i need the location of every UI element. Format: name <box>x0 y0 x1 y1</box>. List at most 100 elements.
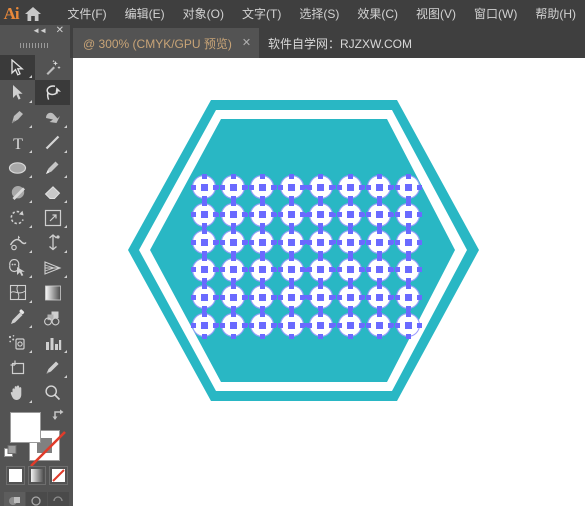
document-tab-watermark[interactable]: 软件自学网：RJZXW.COM <box>258 28 420 58</box>
anchor-point[interactable] <box>270 239 276 245</box>
direct-selection-tool[interactable] <box>0 80 35 105</box>
anchor-point[interactable] <box>289 223 295 229</box>
anchor-point[interactable] <box>201 256 207 262</box>
anchor-point[interactable] <box>289 278 295 284</box>
anchor-point[interactable] <box>358 294 364 300</box>
anchor-point[interactable] <box>365 294 371 300</box>
center-anchor-point[interactable] <box>200 293 208 301</box>
type-tool[interactable]: T <box>0 130 35 155</box>
anchor-point[interactable] <box>300 239 306 245</box>
anchor-point[interactable] <box>241 184 247 190</box>
anchor-point[interactable] <box>230 333 236 339</box>
anchor-point[interactable] <box>212 322 218 328</box>
center-anchor-point[interactable] <box>346 183 354 191</box>
menu-window[interactable]: 窗口(W) <box>465 0 526 28</box>
anchor-point[interactable] <box>405 201 411 207</box>
center-anchor-point[interactable] <box>288 321 296 329</box>
anchor-point[interactable] <box>347 305 353 311</box>
anchor-point[interactable] <box>318 250 324 256</box>
anchor-point[interactable] <box>318 228 324 234</box>
anchor-point[interactable] <box>376 305 382 311</box>
anchor-point[interactable] <box>270 184 276 190</box>
menu-edit[interactable]: 编辑(E) <box>116 0 174 28</box>
anchor-point[interactable] <box>201 201 207 207</box>
menu-view[interactable]: 视图(V) <box>407 0 465 28</box>
shape-builder-tool[interactable] <box>0 255 35 280</box>
anchor-point[interactable] <box>387 267 393 273</box>
line-segment-tool[interactable] <box>35 130 70 155</box>
anchor-point[interactable] <box>329 267 335 273</box>
center-anchor-point[interactable] <box>404 183 412 191</box>
anchor-point[interactable] <box>405 278 411 284</box>
anchor-point[interactable] <box>336 239 342 245</box>
gradient-tool[interactable] <box>35 280 70 305</box>
anchor-point[interactable] <box>405 195 411 201</box>
anchor-point[interactable] <box>358 184 364 190</box>
menu-file[interactable]: 文件(F) <box>58 0 115 28</box>
anchor-point[interactable] <box>278 184 284 190</box>
anchor-point[interactable] <box>289 283 295 289</box>
anchor-point[interactable] <box>289 311 295 317</box>
anchor-point[interactable] <box>212 294 218 300</box>
anchor-point[interactable] <box>230 305 236 311</box>
draw-behind-button[interactable] <box>26 492 47 506</box>
anchor-point[interactable] <box>219 184 225 190</box>
anchor-point[interactable] <box>201 333 207 339</box>
draw-normal-button[interactable] <box>4 492 25 506</box>
anchor-point[interactable] <box>416 322 422 328</box>
anchor-point[interactable] <box>259 223 265 229</box>
center-anchor-point[interactable] <box>288 238 296 246</box>
anchor-point[interactable] <box>376 173 382 179</box>
anchor-point[interactable] <box>289 305 295 311</box>
drag-grip-handle[interactable] <box>0 39 70 51</box>
anchor-point[interactable] <box>190 184 196 190</box>
anchor-point[interactable] <box>230 228 236 234</box>
eyedropper-tool[interactable] <box>0 305 35 330</box>
slice-tool[interactable] <box>35 355 70 380</box>
anchor-point[interactable] <box>248 184 254 190</box>
anchor-point[interactable] <box>336 322 342 328</box>
paintbrush-tool[interactable] <box>35 155 70 180</box>
gradient-mode-button[interactable] <box>27 466 47 485</box>
anchor-point[interactable] <box>347 228 353 234</box>
anchor-point[interactable] <box>336 267 342 273</box>
menu-select[interactable]: 选择(S) <box>290 0 348 28</box>
anchor-point[interactable] <box>405 283 411 289</box>
anchor-point[interactable] <box>219 212 225 218</box>
center-anchor-point[interactable] <box>375 183 383 191</box>
anchor-point[interactable] <box>201 305 207 311</box>
center-anchor-point[interactable] <box>258 266 266 274</box>
anchor-point[interactable] <box>347 333 353 339</box>
color-mode-button[interactable] <box>6 466 25 485</box>
default-fill-stroke-icon[interactable] <box>4 445 17 458</box>
none-mode-button[interactable] <box>49 466 69 485</box>
center-anchor-point[interactable] <box>200 211 208 219</box>
anchor-point[interactable] <box>259 333 265 339</box>
selection-tool[interactable] <box>0 55 35 80</box>
anchor-point[interactable] <box>248 239 254 245</box>
center-anchor-point[interactable] <box>200 183 208 191</box>
anchor-point[interactable] <box>201 223 207 229</box>
anchor-point[interactable] <box>259 278 265 284</box>
center-anchor-point[interactable] <box>258 321 266 329</box>
anchor-point[interactable] <box>387 212 393 218</box>
symbol-sprayer-tool[interactable] <box>0 330 35 355</box>
center-anchor-point[interactable] <box>229 183 237 191</box>
anchor-point[interactable] <box>190 239 196 245</box>
anchor-point[interactable] <box>259 228 265 234</box>
anchor-point[interactable] <box>376 278 382 284</box>
menu-type[interactable]: 文字(T) <box>233 0 290 28</box>
anchor-point[interactable] <box>307 267 313 273</box>
anchor-point[interactable] <box>318 173 324 179</box>
anchor-point[interactable] <box>394 184 400 190</box>
anchor-point[interactable] <box>336 184 342 190</box>
anchor-point[interactable] <box>201 283 207 289</box>
anchor-point[interactable] <box>300 267 306 273</box>
anchor-point[interactable] <box>230 223 236 229</box>
anchor-point[interactable] <box>241 239 247 245</box>
center-anchor-point[interactable] <box>229 321 237 329</box>
curvature-tool[interactable] <box>35 105 70 130</box>
anchor-point[interactable] <box>405 223 411 229</box>
anchor-point[interactable] <box>230 201 236 207</box>
anchor-point[interactable] <box>387 322 393 328</box>
